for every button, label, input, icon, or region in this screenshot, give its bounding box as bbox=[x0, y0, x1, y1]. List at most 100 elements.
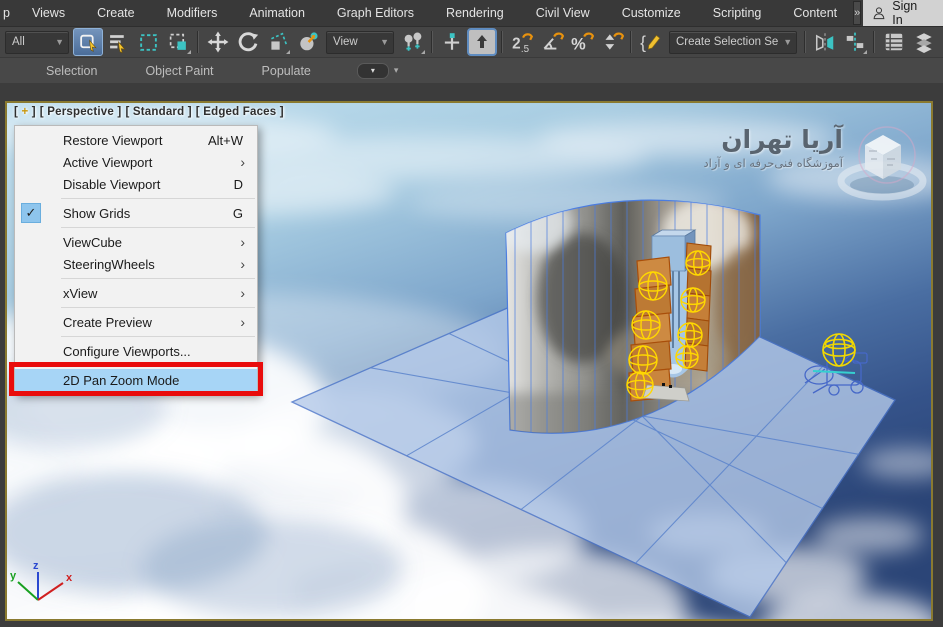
select-object-button[interactable] bbox=[73, 28, 103, 56]
toolbar-divider bbox=[630, 31, 632, 53]
up-arrow-icon bbox=[472, 32, 492, 52]
menubar-item-modifiers[interactable]: Modifiers bbox=[151, 0, 234, 26]
menu-item-active-viewport[interactable]: Active Viewport › bbox=[15, 151, 257, 173]
menu-separator bbox=[61, 336, 255, 337]
spinner-snap-icon bbox=[600, 30, 624, 54]
axis-z-label: z bbox=[33, 560, 39, 572]
ribbon-tab-populate[interactable]: Populate bbox=[238, 64, 335, 78]
window-crossing-icon bbox=[168, 32, 189, 53]
viewport-pov-menu[interactable]: Perspective bbox=[40, 106, 122, 118]
menubar-item-content[interactable]: Content bbox=[777, 0, 853, 26]
watermark-title: آریا تهران bbox=[704, 125, 843, 154]
submenu-arrow-icon: › bbox=[240, 256, 245, 272]
use-center-flyout-button[interactable] bbox=[398, 28, 427, 56]
use-center-icon bbox=[402, 31, 424, 53]
angle-snap-button[interactable] bbox=[537, 28, 566, 56]
scale-icon bbox=[267, 31, 289, 53]
toggle-layer-explorer-button[interactable] bbox=[909, 28, 938, 56]
select-by-name-button[interactable] bbox=[104, 28, 133, 56]
toolbar-divider bbox=[804, 31, 806, 53]
toggle-scene-explorer-button[interactable] bbox=[879, 28, 908, 56]
toolbar-divider bbox=[197, 31, 199, 53]
viewport-mode-menu[interactable]: Edged Faces bbox=[196, 106, 284, 118]
menu-item-configure-viewports[interactable]: Configure Viewports... bbox=[15, 340, 257, 362]
ribbon-tab-object-paint[interactable]: Object Paint bbox=[121, 64, 237, 78]
ribbon-tab-selection[interactable]: Selection bbox=[22, 64, 121, 78]
checkmark-icon: ✓ bbox=[21, 203, 41, 223]
menu-item-restore-viewport[interactable]: Restore Viewport Alt+W bbox=[15, 129, 257, 151]
select-and-rotate-button[interactable] bbox=[233, 28, 262, 56]
submenu-arrow-icon: › bbox=[240, 314, 245, 330]
menu-item-steeringwheels[interactable]: SteeringWheels › bbox=[15, 253, 257, 275]
mirror-button[interactable] bbox=[810, 28, 839, 56]
align-icon bbox=[844, 31, 866, 53]
move-icon bbox=[207, 31, 229, 53]
axis-y-label: y bbox=[10, 570, 17, 582]
menu-separator bbox=[61, 278, 255, 279]
watermark-subtitle: آموزشگاه فنی‌حرفه ای و آزاد bbox=[704, 156, 843, 170]
check-slot bbox=[21, 174, 41, 194]
toolbar-divider bbox=[431, 31, 433, 53]
menubar-item-partial[interactable]: p bbox=[0, 0, 16, 26]
submenu-arrow-icon: › bbox=[240, 234, 245, 250]
svg-text:.5: .5 bbox=[520, 44, 529, 54]
select-and-move-button[interactable] bbox=[203, 28, 232, 56]
snap-25d-button[interactable]: 2 .5 bbox=[507, 28, 536, 56]
layer-explorer-icon bbox=[913, 31, 935, 53]
select-and-place-button[interactable] bbox=[293, 28, 322, 56]
snap-25d-icon: 2 .5 bbox=[510, 30, 534, 54]
menubar-item-scripting[interactable]: Scripting bbox=[697, 0, 778, 26]
rectangular-selection-region-button[interactable] bbox=[134, 28, 163, 56]
viewport-general-menu[interactable]: + bbox=[14, 106, 36, 118]
sign-in-button[interactable]: Sign In bbox=[863, 0, 943, 26]
snaps-toggle-button[interactable] bbox=[467, 28, 497, 56]
menu-separator bbox=[61, 227, 255, 228]
percent-snap-button[interactable]: % bbox=[567, 28, 596, 56]
viewport-shading-menu[interactable]: Standard bbox=[125, 106, 191, 118]
selection-filter-dropdown[interactable]: All ▼ bbox=[5, 31, 69, 54]
axis-x-label: x bbox=[66, 572, 73, 584]
menubar-overflow-button[interactable]: » bbox=[853, 1, 861, 25]
rotate-icon bbox=[237, 31, 259, 53]
ribbon-minimize-button[interactable]: ▾ bbox=[357, 63, 389, 79]
sign-in-label: Sign In bbox=[892, 0, 921, 27]
menubar-item-civil-view[interactable]: Civil View bbox=[520, 0, 606, 26]
menu-item-create-preview[interactable]: Create Preview › bbox=[15, 311, 257, 333]
snap-cross-icon bbox=[441, 31, 463, 53]
menu-item-xview[interactable]: xView › bbox=[15, 282, 257, 304]
viewport-label: + Perspective Standard Edged Faces bbox=[14, 106, 284, 118]
angle-snap-icon bbox=[540, 30, 564, 54]
menu-separator bbox=[61, 365, 255, 366]
ribbon-bar: Selection Object Paint Populate ▾ ▾ bbox=[0, 57, 943, 83]
named-selection-sets-icon: { bbox=[639, 30, 663, 54]
selection-filter-value: All bbox=[12, 36, 25, 48]
reference-coordinate-dropdown[interactable]: View ▼ bbox=[326, 31, 394, 54]
chevron-down-icon: ▼ bbox=[55, 37, 64, 47]
viewport-context-menu: Restore Viewport Alt+W Active Viewport ›… bbox=[14, 125, 258, 395]
window-crossing-toggle-button[interactable] bbox=[164, 28, 193, 56]
chevron-down-icon: ▼ bbox=[783, 37, 792, 47]
menubar-item-create[interactable]: Create bbox=[81, 0, 151, 26]
edit-named-selection-sets-button[interactable]: { bbox=[636, 28, 665, 56]
toolbar-divider bbox=[873, 31, 875, 53]
menu-item-2d-pan-zoom-mode[interactable]: 2D Pan Zoom Mode bbox=[15, 369, 257, 391]
menubar-item-animation[interactable]: Animation bbox=[233, 0, 321, 26]
menubar-item-rendering[interactable]: Rendering bbox=[430, 0, 520, 26]
menubar-item-customize[interactable]: Customize bbox=[606, 0, 697, 26]
menubar-item-graph-editors[interactable]: Graph Editors bbox=[321, 0, 430, 26]
select-and-scale-button[interactable] bbox=[263, 28, 292, 56]
menu-item-show-grids[interactable]: ✓ Show Grids G bbox=[15, 202, 257, 224]
ribbon-options-caret[interactable]: ▾ bbox=[394, 65, 399, 76]
check-slot bbox=[21, 312, 41, 332]
named-selection-set-dropdown[interactable]: Create Selection Se ▼ bbox=[669, 31, 797, 54]
snap-cross-button[interactable] bbox=[437, 28, 466, 56]
menu-item-viewcube[interactable]: ViewCube › bbox=[15, 231, 257, 253]
menu-item-disable-viewport[interactable]: Disable Viewport D bbox=[15, 173, 257, 195]
align-button[interactable] bbox=[840, 28, 869, 56]
chevron-down-icon: ▼ bbox=[380, 37, 389, 47]
named-selection-set-value: Create Selection Se bbox=[676, 36, 778, 48]
toolbar-divider bbox=[501, 31, 503, 53]
spinner-snap-button[interactable] bbox=[597, 28, 626, 56]
svg-text:{: { bbox=[640, 33, 646, 53]
menubar-item-views[interactable]: Views bbox=[16, 0, 81, 26]
